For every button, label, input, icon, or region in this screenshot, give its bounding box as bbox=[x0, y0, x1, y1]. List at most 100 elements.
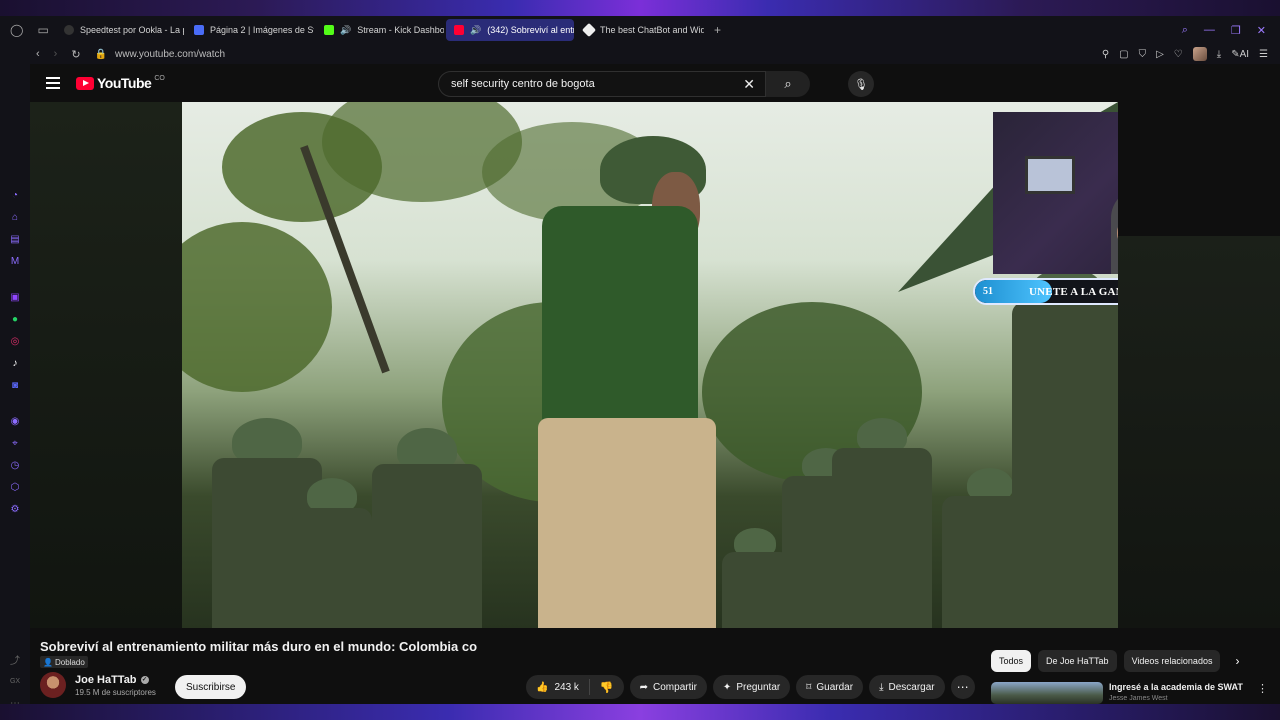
dubbed-badge: 👤 Doblado bbox=[40, 656, 88, 668]
video-title: Sobreviví al entrenamiento militar más d… bbox=[40, 639, 478, 654]
youtube-page: YouTube CO self security centro de bogot… bbox=[30, 64, 1280, 704]
chip-all[interactable]: Todos bbox=[991, 650, 1032, 672]
sidebar-chat-icon[interactable]: ⌂ bbox=[8, 210, 22, 224]
tab-speedtest[interactable]: Speedtest por Ookla - La p bbox=[56, 19, 184, 41]
audio-icon: 🔊 bbox=[340, 24, 352, 35]
channel-avatar[interactable] bbox=[40, 672, 66, 698]
recommended-title[interactable]: Ingresé a la academia de SWAT bbox=[1109, 682, 1249, 692]
menu-lines-icon[interactable]: ☰ bbox=[1259, 49, 1268, 60]
browser-sidebar: ◔ ⌂ ▤ M ▣ ● ◎ ♪ ◙ ◉ ⌖ ◷ ⬡ ⚙ ⤴ GX ⋯ bbox=[0, 64, 30, 709]
more-actions-button[interactable]: ⋯ bbox=[950, 675, 975, 699]
ai-button[interactable]: ✎AI bbox=[1231, 49, 1249, 60]
goal-progress-bar: 51 UNETE A LA GANGA KING 200 bbox=[973, 278, 1118, 305]
back-icon[interactable]: ‹ bbox=[36, 48, 40, 61]
twitch-icon[interactable]: ▣ bbox=[8, 290, 22, 304]
player-icon[interactable]: ◉ bbox=[8, 414, 22, 428]
bookmark-icon: ⌑ bbox=[806, 681, 812, 693]
sidebar-m-icon[interactable]: M bbox=[8, 254, 22, 268]
clear-search-icon[interactable]: ✕ bbox=[743, 76, 755, 93]
voice-search-button[interactable]: 🎙 bbox=[848, 71, 874, 97]
microphone-icon: 🎙 bbox=[854, 78, 868, 91]
ask-button[interactable]: ✦ Preguntar bbox=[712, 675, 791, 699]
channel-name: Joe HaTTab bbox=[75, 673, 137, 686]
share-button[interactable]: ➦ Compartir bbox=[629, 675, 707, 699]
recommended-video[interactable]: Ingresé a la academia de SWAT Jesse Jame… bbox=[991, 682, 1268, 704]
tab-images[interactable]: Página 2 | Imágenes de St bbox=[186, 19, 314, 41]
search-tabs-icon[interactable]: ⌕ bbox=[1182, 24, 1188, 37]
shield-icon[interactable]: ⛉ bbox=[1139, 49, 1147, 60]
recommended-menu-icon[interactable]: ⋮ bbox=[1257, 682, 1268, 704]
like-button[interactable]: 👍 243 k bbox=[526, 679, 590, 695]
save-label: Guardar bbox=[816, 681, 854, 693]
tab-label: The best ChatBot and Wid bbox=[600, 25, 704, 35]
history-icon[interactable]: ◷ bbox=[8, 458, 22, 472]
heart-icon[interactable]: ♡ bbox=[1174, 49, 1183, 60]
tab-manager-icon[interactable]: ▭ bbox=[37, 23, 48, 37]
goal-label: UNETE A LA GANGA KING bbox=[1029, 285, 1118, 298]
close-icon[interactable]: ✕ bbox=[1257, 24, 1266, 37]
chip-channel[interactable]: De Joe HaTTab bbox=[1038, 650, 1117, 672]
snapshot-icon[interactable]: ▢ bbox=[1119, 49, 1128, 60]
profile-avatar[interactable] bbox=[1192, 47, 1207, 61]
soldier bbox=[832, 418, 932, 628]
save-button[interactable]: ⌑ Guardar bbox=[796, 675, 864, 699]
speedtest-favicon-icon bbox=[64, 25, 74, 35]
sidebar-leaf-icon[interactable]: ⤴ bbox=[8, 652, 22, 667]
browser-logo-icon[interactable]: ◯ bbox=[10, 23, 23, 37]
search-query: self security centro de bogota bbox=[451, 78, 595, 90]
hamburger-menu-icon[interactable] bbox=[46, 77, 60, 89]
chevron-right-icon[interactable]: › bbox=[1235, 654, 1239, 668]
webcam-monitor bbox=[1025, 156, 1075, 194]
whatsapp-icon[interactable]: ● bbox=[8, 312, 22, 326]
channel-row: Joe HaTTab ✓ 19.5 M de suscriptores bbox=[40, 672, 156, 698]
youtube-logo[interactable]: YouTube CO bbox=[76, 75, 165, 91]
restore-icon[interactable]: ❐ bbox=[1231, 24, 1241, 37]
download-arrow-icon: ⤓ bbox=[879, 681, 884, 693]
channel-name-row[interactable]: Joe HaTTab ✓ bbox=[75, 674, 156, 686]
sidebar-wallet-icon[interactable]: ▤ bbox=[8, 232, 22, 246]
officer-pants bbox=[538, 418, 716, 628]
play-icon[interactable]: ▷ bbox=[1156, 49, 1164, 60]
subscribe-button[interactable]: Suscribirse bbox=[175, 675, 247, 699]
chip-related[interactable]: Videos relacionados bbox=[1123, 650, 1221, 672]
forward-icon[interactable]: › bbox=[54, 48, 58, 61]
dislike-button[interactable]: 👎 bbox=[590, 681, 624, 694]
kick-favicon-icon bbox=[324, 25, 334, 35]
url-field[interactable]: 🔒 www.youtube.com/watch bbox=[95, 49, 226, 60]
ai-label: AI bbox=[1239, 48, 1250, 60]
recommended-channel: Jesse James West bbox=[1109, 695, 1168, 702]
video-player[interactable]: K 6 51 UNETE A LA GANGA KING 200 bbox=[30, 102, 1118, 628]
sidebar-group-tools: ◔ ⌂ ▤ M bbox=[8, 180, 22, 268]
bookmark-pin-icon[interactable]: ⌖ bbox=[8, 436, 22, 450]
pin-icon[interactable]: ⚲ bbox=[1102, 49, 1109, 60]
new-tab-plus-icon[interactable]: + bbox=[706, 23, 729, 37]
download-button[interactable]: ⤓ Descargar bbox=[869, 675, 945, 699]
share-label: Compartir bbox=[653, 681, 697, 693]
instagram-icon[interactable]: ◎ bbox=[8, 334, 22, 348]
gx-icon[interactable]: GX bbox=[8, 674, 22, 688]
settings-gear-icon[interactable]: ⚙ bbox=[8, 502, 22, 516]
tab-youtube-active[interactable]: 🔊 (342) Sobreviví al entr bbox=[446, 19, 574, 41]
lock-icon: 🔒 bbox=[94, 48, 108, 60]
tiktok-icon[interactable]: ♪ bbox=[8, 356, 22, 370]
reload-icon[interactable]: ↻ bbox=[71, 48, 80, 61]
video-frame bbox=[182, 102, 1118, 628]
download-icon[interactable]: ⤓ bbox=[1217, 49, 1221, 60]
tab-chatbot[interactable]: The best ChatBot and Wid bbox=[576, 19, 704, 41]
discord-icon[interactable]: ◙ bbox=[8, 378, 22, 392]
sidebar-aria-icon[interactable]: ◔ bbox=[8, 188, 22, 202]
audio-icon: 🔊 bbox=[470, 24, 482, 35]
tab-kick-dashboard[interactable]: 🔊 Stream - Kick Dashboa bbox=[316, 19, 444, 41]
chatbot-favicon-icon bbox=[581, 22, 597, 38]
recommended-thumbnail[interactable] bbox=[991, 682, 1103, 704]
extensions-icon[interactable]: ⬡ bbox=[8, 480, 22, 494]
search-input[interactable]: self security centro de bogota ✕ bbox=[438, 71, 766, 97]
youtube-play-icon bbox=[76, 76, 94, 90]
share-arrow-icon: ➦ bbox=[639, 681, 649, 693]
minimize-icon[interactable]: — bbox=[1204, 24, 1215, 37]
video-actions: 👍 243 k 👎 ➦ Compartir ✦ Preguntar ⌑ Guar… bbox=[526, 675, 975, 699]
search-button[interactable]: ⌕ bbox=[766, 71, 810, 97]
thumbs-up-icon: 👍 bbox=[536, 681, 549, 693]
tree-foliage bbox=[182, 222, 332, 392]
tab-label: Página 2 | Imágenes de St bbox=[210, 25, 314, 35]
